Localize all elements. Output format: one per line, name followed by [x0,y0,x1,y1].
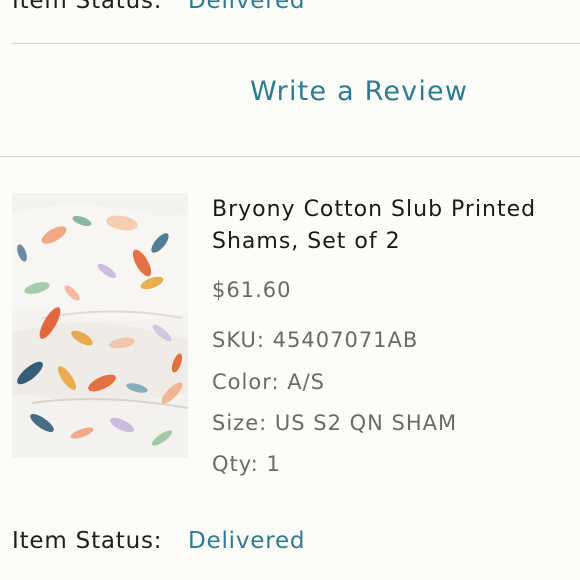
item-status-value: Delivered [188,528,306,554]
product-price: $61.60 [212,278,292,302]
item-status-label: Item Status: [12,0,163,14]
write-review-link[interactable]: Write a Review [250,76,468,107]
product-image[interactable] [12,193,188,458]
product-sku: SKU: 45407071AB [212,328,419,352]
product-title[interactable]: Bryony Cotton Slub Printed Shams, Set of… [212,194,572,258]
item-status-row-top: Item Status: Delivered [12,0,305,14]
item-status-row-bottom: Item Status: Delivered [12,528,305,554]
order-details-page: Item Status: Delivered Write a Review Br… [0,0,580,580]
divider [0,156,580,157]
product-color: Color: A/S [212,370,325,394]
product-quantity: Qty: 1 [212,452,281,476]
floral-sham-illustration [12,193,188,458]
item-status-label: Item Status: [12,528,163,554]
divider [12,43,580,44]
item-status-value: Delivered [188,0,306,14]
product-size: Size: US S2 QN SHAM [212,411,458,435]
